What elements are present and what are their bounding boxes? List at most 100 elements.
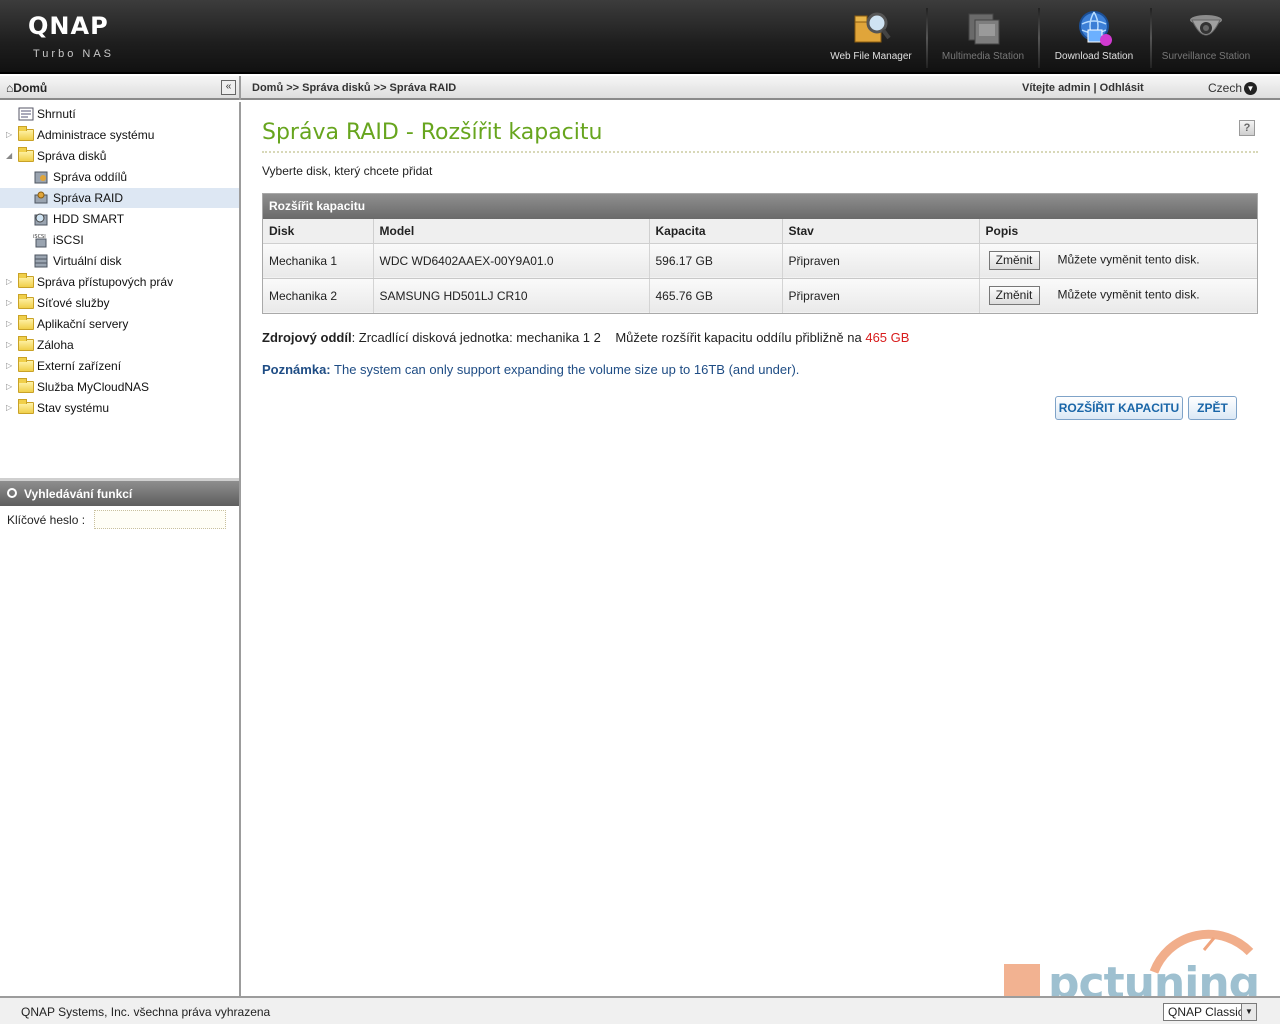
description-text: Můžete vyměnit tento disk. xyxy=(1057,252,1200,267)
chevron-right-icon[interactable]: ▷ xyxy=(6,356,16,376)
folder-open-icon xyxy=(18,147,34,162)
table-row[interactable]: Mechanika 2 SAMSUNG HD501LJ CR10 465.76 … xyxy=(263,278,1257,313)
folder-icon xyxy=(18,294,34,309)
chevron-right-icon[interactable]: ▷ xyxy=(6,272,16,292)
sidebar-header: ⌂Domů « xyxy=(0,76,241,100)
chevron-right-icon[interactable]: ▷ xyxy=(6,314,16,334)
copyright-text: QNAP Systems, Inc. všechna práva vyhraze… xyxy=(21,1005,271,1019)
chevron-down-icon: ▼ xyxy=(1244,82,1258,96)
sidebar-item-network-services[interactable]: ▷ Síťové služby xyxy=(0,293,239,313)
home-link[interactable]: ⌂Domů xyxy=(6,81,47,95)
back-button[interactable]: ZPĚT xyxy=(1188,396,1237,420)
qnap-logo: QNAP xyxy=(28,12,109,40)
chevron-right-icon[interactable]: ▷ xyxy=(6,377,16,397)
sidebar-item-system-status[interactable]: ▷ Stav systému xyxy=(0,398,239,418)
sidebar-item-access-rights[interactable]: ▷ Správa přístupových práv xyxy=(0,272,239,292)
column-header-capacity: Kapacita xyxy=(649,219,783,244)
sidebar-item-volume-management[interactable]: Správa oddílů xyxy=(0,167,239,187)
expand-capacity-button[interactable]: ROZŠÍŘIT KAPACITU xyxy=(1055,396,1183,420)
table-row[interactable]: Mechanika 1 WDC WD6402AAEX-00Y9A01.0 596… xyxy=(263,243,1257,279)
virtual-disk-icon xyxy=(34,254,48,268)
folder-icon xyxy=(18,399,34,414)
iscsi-icon: iSCSI xyxy=(33,234,47,248)
chevron-right-icon[interactable]: ▷ xyxy=(6,335,16,355)
help-icon[interactable]: ? xyxy=(1239,120,1255,136)
folder-icon xyxy=(18,378,34,393)
folder-icon xyxy=(18,126,34,141)
column-header-description: Popis xyxy=(979,219,1257,244)
expand-capacity-table: Rozšířit kapacitu Disk Model Kapacita St… xyxy=(262,193,1258,314)
status-cell: Připraven xyxy=(782,278,980,313)
sidebar-item-disk-management[interactable]: ◢ Správa disků xyxy=(0,146,239,166)
welcome-text: Vítejte admin xyxy=(1022,82,1091,94)
capacity-cell: 465.76 GB xyxy=(649,278,783,313)
user-area: Vítejte admin | Odhlásit xyxy=(1022,82,1144,94)
sidebar-item-label: Administrace systému xyxy=(37,128,155,142)
summary-icon xyxy=(18,107,34,121)
multimedia-station-button[interactable]: Multimedia Station xyxy=(927,0,1039,74)
function-search-title: Vyhledávání funkcí xyxy=(24,487,133,501)
download-station-icon xyxy=(1079,11,1112,46)
column-header-disk: Disk xyxy=(263,219,374,244)
source-volume-value: : Zrcadlící disková jednotka: mechanika … xyxy=(351,330,601,345)
language-label: Czech xyxy=(1208,81,1243,95)
keyword-search-input[interactable] xyxy=(94,510,226,529)
surveillance-station-icon xyxy=(1190,15,1222,36)
sidebar-item-backup[interactable]: ▷ Záloha xyxy=(0,335,239,355)
collapse-sidebar-button[interactable]: « xyxy=(221,80,236,95)
raid-management-icon xyxy=(34,191,48,204)
instruction-text: Vyberte disk, který chcete přidat xyxy=(262,164,433,178)
description-cell: Změnit Můžete vyměnit tento disk. xyxy=(979,243,1257,279)
download-station-label: Download Station xyxy=(1054,51,1134,62)
sidebar-item-hdd-smart[interactable]: HDD SMART xyxy=(0,209,239,229)
sidebar-item-label: Správa oddílů xyxy=(53,170,128,184)
sidebar-item-label: Virtuální disk xyxy=(53,254,122,268)
folder-icon xyxy=(18,336,34,351)
title-divider xyxy=(262,151,1258,153)
sidebar-item-label: Stav systému xyxy=(37,401,110,415)
home-label: Domů xyxy=(13,81,48,95)
disk-cell: Mechanika 2 xyxy=(263,278,374,313)
language-selector[interactable]: Czech ▼ xyxy=(1208,81,1258,96)
logout-link[interactable]: Odhlásit xyxy=(1100,82,1144,94)
change-disk-button[interactable]: Změnit xyxy=(988,251,1040,270)
column-header-model: Model xyxy=(373,219,650,244)
sidebar-item-summary[interactable]: Shrnutí xyxy=(0,104,239,124)
skin-select-value: QNAP Classic xyxy=(1168,1005,1244,1019)
user-separator: | xyxy=(1093,82,1097,94)
sidebar-item-label: HDD SMART xyxy=(53,212,125,226)
sidebar-item-iscsi[interactable]: iSCSI iSCSI xyxy=(0,230,239,250)
chevron-right-icon[interactable]: ▷ xyxy=(6,125,16,145)
chevron-down-icon[interactable]: ◢ xyxy=(6,146,16,166)
sidebar-item-external-devices[interactable]: ▷ Externí zařízení xyxy=(0,356,239,376)
source-volume-info: Zdrojový oddíl: Zrcadlící disková jednot… xyxy=(262,330,909,345)
sidebar-item-application-servers[interactable]: ▷ Aplikační servery xyxy=(0,314,239,334)
sidebar-item-system-admin[interactable]: ▷ Administrace systému xyxy=(0,125,239,145)
table-header-row: Disk Model Kapacita Stav Popis xyxy=(263,219,1257,244)
chevron-right-icon[interactable]: ▷ xyxy=(6,398,16,418)
search-icon xyxy=(7,488,17,498)
model-cell: SAMSUNG HD501LJ CR10 xyxy=(373,278,650,313)
volume-management-icon xyxy=(34,171,48,184)
keyword-label: Klíčové heslo : xyxy=(7,513,86,527)
sidebar-item-raid-management[interactable]: Správa RAID xyxy=(0,188,239,208)
turbo-nas-logo-text: Turbo NAS xyxy=(33,48,115,60)
breadcrumb[interactable]: Domů >> Správa disků >> Správa RAID xyxy=(252,82,456,94)
folder-icon xyxy=(18,357,34,372)
change-disk-button[interactable]: Změnit xyxy=(988,286,1040,306)
column-header-status: Stav xyxy=(782,219,980,244)
disk-table: Disk Model Kapacita Stav Popis Mechanika… xyxy=(263,219,1257,313)
download-station-button[interactable]: Download Station xyxy=(1038,0,1150,74)
top-bar: ⌂Domů « Domů >> Správa disků >> Správa R… xyxy=(0,76,1280,100)
skin-select[interactable]: QNAP Classic ▼ xyxy=(1163,1003,1257,1021)
sidebar: Shrnutí ▷ Administrace systému ◢ Správa … xyxy=(0,102,241,996)
chevron-right-icon[interactable]: ▷ xyxy=(6,293,16,313)
web-file-manager-button[interactable]: Web File Manager xyxy=(815,0,927,74)
web-file-manager-icon xyxy=(854,12,891,43)
sidebar-item-mycloudnas[interactable]: ▷ Služba MyCloudNAS xyxy=(0,377,239,397)
surveillance-station-button[interactable]: Surveillance Station xyxy=(1150,0,1262,74)
sidebar-item-virtual-disk[interactable]: Virtuální disk xyxy=(0,251,239,271)
table-caption: Rozšířit kapacitu xyxy=(263,194,1257,219)
footer: QNAP Systems, Inc. všechna práva vyhraze… xyxy=(0,996,1280,1024)
sidebar-item-label: Aplikační servery xyxy=(37,317,129,331)
